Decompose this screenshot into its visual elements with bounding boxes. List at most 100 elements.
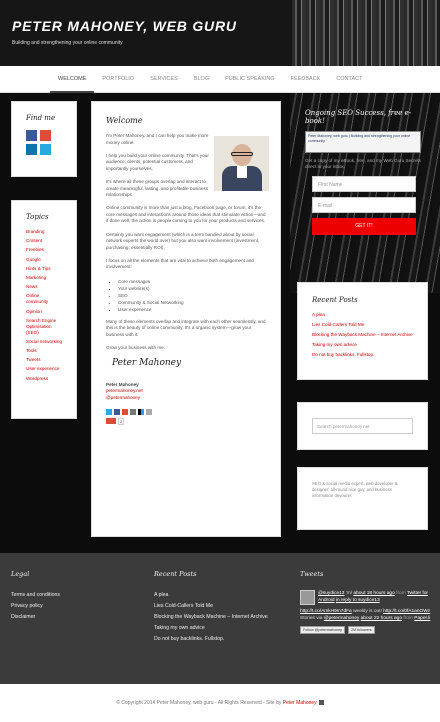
- topic-link[interactable]: Tools: [26, 348, 62, 354]
- list-item: Core messages: [118, 278, 266, 285]
- paragraph: It's where all these groups overlap and …: [106, 178, 209, 198]
- google-plus-icon[interactable]: [40, 130, 51, 141]
- author-name: Peter Mahoney: [106, 381, 139, 387]
- plusone-row: 2: [106, 418, 266, 426]
- search-input[interactable]: Search petermahoney.net: [312, 418, 413, 434]
- recent-post-link[interactable]: Lies Cold-Callers Told Me: [312, 322, 413, 328]
- linkedin-icon[interactable]: [26, 144, 37, 155]
- site-tagline: Building and strengthening your online c…: [12, 40, 123, 46]
- tweet-link[interactable]: http://t.co/0fA1anOWz: [383, 609, 430, 614]
- nav-contact[interactable]: CONTACT: [328, 66, 370, 93]
- tweet-item: @suydice13 'm/ about 18 hours ago from T…: [300, 590, 432, 605]
- list-item: User experience: [118, 306, 266, 313]
- recent-post-link[interactable]: Taking my own advice: [312, 342, 413, 348]
- google-plusone-icon[interactable]: [106, 418, 116, 425]
- nav-blog[interactable]: BLOG: [186, 66, 217, 93]
- recent-post-link[interactable]: Do not buy backlinks. Fullstop.: [312, 352, 413, 358]
- followers-count: 2M followers: [348, 626, 375, 634]
- ebook-title: Ongoing SEO Success, free e-book!: [305, 109, 412, 125]
- footer-legal-link[interactable]: Disclaimer: [11, 612, 101, 623]
- topic-link[interactable]: Marketing: [26, 275, 62, 281]
- copyright-bar: © Copyright 2014 Peter Mahoney, web guru…: [0, 684, 440, 722]
- first-name-field[interactable]: First Name: [312, 176, 416, 192]
- footer-legal-link[interactable]: Terms and conditions: [11, 590, 101, 601]
- nav-services[interactable]: SERVICES: [142, 66, 186, 93]
- print-share-icon[interactable]: [146, 409, 152, 416]
- email-share-icon[interactable]: [130, 409, 136, 416]
- topic-link[interactable]: Hints & Tips: [26, 266, 62, 272]
- facebook-icon[interactable]: [26, 130, 37, 141]
- topic-link[interactable]: Content: [26, 238, 62, 244]
- footer-legal-link[interactable]: Privacy policy: [11, 601, 101, 612]
- twitter-share-icon[interactable]: [106, 409, 112, 416]
- about-widget: SEO & social media expert, web developer…: [297, 467, 428, 530]
- topic-link[interactable]: Search Engine Optimisation (SEO): [26, 318, 62, 336]
- find-me-widget: Find me: [11, 101, 77, 177]
- email-field[interactable]: E-mail: [312, 197, 416, 213]
- search-widget: Search petermahoney.net: [297, 402, 428, 450]
- topics-title: Topics: [26, 213, 49, 221]
- nav-portfolio[interactable]: PORTFOLIO: [94, 66, 142, 93]
- tweet-time-link[interactable]: about 18 hours ago: [353, 591, 394, 596]
- nav-welcome[interactable]: WELCOME: [50, 66, 95, 93]
- tweet-mention-link[interactable]: @petermahoney: [324, 616, 360, 621]
- author-credit-link[interactable]: Peter Mahoney: [283, 700, 317, 706]
- topic-link[interactable]: Google: [26, 257, 62, 263]
- paragraph: I help you build your online community. …: [106, 152, 209, 171]
- tweet-reply-link[interactable]: in reply to suydice13: [336, 598, 380, 603]
- tweet-mention-link[interactable]: @suydice13: [318, 591, 344, 596]
- get-it-button[interactable]: GET IT!: [312, 218, 416, 235]
- google-plus-icon[interactable]: [318, 700, 324, 706]
- tweet-item: http://t.co/AmkH9m7dFa weekly is out! ht…: [300, 609, 431, 621]
- ebook-description: Get a copy of my eBook, free, and my Web…: [305, 158, 422, 169]
- topic-link[interactable]: Online community: [26, 293, 62, 305]
- paragraph: Many of these elements overlap and integ…: [106, 318, 266, 337]
- topic-link[interactable]: Opinion: [26, 309, 62, 315]
- tweet-source-link[interactable]: Paper.li: [414, 616, 430, 621]
- author-website-link[interactable]: petermahoney.net: [106, 388, 143, 393]
- footer-post-link[interactable]: Lies Cold-Callers Told Me: [154, 601, 289, 612]
- tweet-link[interactable]: http://t.co/AmkH9m7dFa: [300, 609, 352, 614]
- footer-post-link[interactable]: Do not buy backlinks. Fullstop.: [154, 634, 289, 645]
- recent-post-link[interactable]: Blocking the Wayback Machine – Internet …: [312, 332, 413, 338]
- main-nav: WELCOME PORTFOLIO SERVICES BLOG PUBLIC S…: [0, 66, 440, 93]
- header-texture: [292, 0, 440, 66]
- topic-link[interactable]: Branding: [26, 229, 62, 235]
- about-text: SEO & social media expert, web developer…: [312, 481, 398, 498]
- topic-link[interactable]: Social networking: [26, 339, 62, 345]
- list-item: SEO: [118, 292, 266, 299]
- topic-link[interactable]: User experience: [26, 366, 62, 372]
- signature: Peter Mahoney: [112, 357, 182, 368]
- list-item: Your website(s): [118, 285, 266, 292]
- twitter-avatar[interactable]: [300, 590, 315, 605]
- ebook-signup-widget: Ongoing SEO Success, free e-book! Peter …: [305, 109, 425, 259]
- plusone-count: 2: [118, 418, 125, 426]
- topic-link[interactable]: Wordpress: [26, 376, 62, 382]
- recent-posts-widget: Recent Posts A plea Lies Cold-Callers To…: [297, 282, 428, 380]
- twitter-icon[interactable]: [40, 144, 51, 155]
- footer-post-link[interactable]: A plea: [154, 590, 289, 601]
- site-title[interactable]: PETER MAHONEY, WEB GURU: [12, 18, 237, 34]
- nav-feedback[interactable]: FEEDBACK: [283, 66, 329, 93]
- footer-post-link[interactable]: Blocking the Wayback Machine – Internet …: [154, 612, 289, 623]
- find-me-title: Find me: [26, 114, 56, 122]
- list-item: Community & Social Networking: [118, 299, 266, 306]
- share-icons: [106, 409, 266, 416]
- twitter-follow: Follow @petermahoney 2M followers: [300, 626, 432, 634]
- topic-link[interactable]: Tweets: [26, 357, 62, 363]
- topic-link[interactable]: News: [26, 284, 62, 290]
- nav-public-speaking[interactable]: PUBLIC SPEAKING: [217, 66, 283, 93]
- footer-tweets-title: Tweets: [300, 570, 324, 578]
- tweet-time-link[interactable]: about 22 hours ago: [361, 616, 402, 621]
- google-share-icon[interactable]: [122, 409, 128, 416]
- delicious-share-icon[interactable]: [138, 409, 144, 416]
- ebook-preview-image: Peter Mahoney, web guru | Building and s…: [305, 131, 421, 153]
- page-title: Welcome: [106, 116, 143, 125]
- author-twitter-link[interactable]: @petermahoney: [106, 395, 140, 400]
- topic-link[interactable]: Freebies: [26, 247, 62, 253]
- footer-post-link[interactable]: Taking my own advice: [154, 623, 289, 634]
- footer-tweets: Tweets @suydice13 'm/ about 18 hours ago…: [300, 570, 432, 634]
- recent-post-link[interactable]: A plea: [312, 312, 413, 318]
- facebook-share-icon[interactable]: [114, 409, 120, 416]
- follow-button[interactable]: Follow @petermahoney: [300, 626, 345, 634]
